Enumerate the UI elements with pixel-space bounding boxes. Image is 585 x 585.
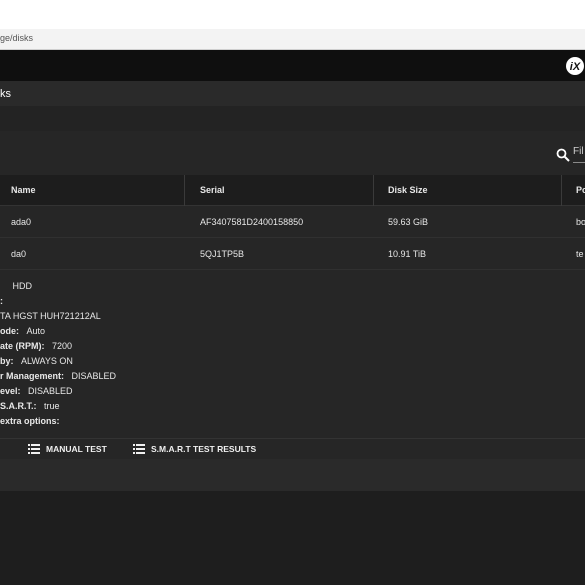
disk-pool: bo [576, 217, 585, 227]
list-icon [28, 444, 40, 454]
table-row[interactable]: ada0 AF3407581D2400158850 59.63 GiB bo [0, 206, 585, 238]
address-bar[interactable]: ge/disks [0, 29, 585, 50]
detail-hdd-standby: by: ALWAYS ON [0, 356, 73, 366]
column-header-disk-size[interactable]: Disk Size [388, 185, 428, 195]
table-footer [0, 459, 585, 491]
column-header-name[interactable]: Name [11, 185, 36, 195]
column-divider [184, 175, 185, 206]
column-header-pool[interactable]: Po [576, 185, 585, 195]
smart-test-results-label: S.M.A.R.T TEST RESULTS [151, 444, 257, 454]
smart-test-results-button[interactable]: S.M.A.R.T TEST RESULTS [133, 444, 256, 454]
page-toolbar [0, 106, 585, 131]
disk-size: 10.91 TiB [388, 249, 427, 259]
disk-actions-bar: MANUAL TEST S.M.A.R.T TEST RESULTS [0, 438, 585, 460]
detail-rotation-rate: ate (RPM): 7200 [0, 341, 73, 351]
column-header-serial[interactable]: Serial [200, 185, 225, 195]
column-divider [561, 175, 562, 206]
disk-serial: AF3407581D2400158850 [200, 217, 304, 227]
detail-model: TA HGST HUH721212AL [0, 311, 101, 321]
detail-transfer-mode: ode: Auto [0, 326, 46, 336]
table-row[interactable]: da0 5QJ1TP5B 10.91 TiB te [0, 238, 585, 270]
column-divider [373, 175, 374, 206]
disk-pool: te [576, 249, 584, 259]
detail-smart-enabled: S.A.R.T.: true [0, 401, 60, 411]
svg-text:iX: iX [570, 61, 581, 73]
page-background [0, 491, 585, 585]
detail-type: HDD [12, 281, 33, 291]
detail-smart-extra-options: extra options: [0, 416, 60, 426]
disk-serial: 5QJ1TP5B [200, 249, 245, 259]
page-title: ks [0, 88, 11, 100]
url-text: ge/disks [0, 33, 34, 43]
table-header: Name Serial Disk Size Po [0, 175, 585, 206]
manual-test-button[interactable]: MANUAL TEST [28, 444, 107, 454]
disk-name: da0 [11, 249, 27, 259]
list-icon [133, 444, 145, 454]
detail-acoustic-level: evel: DISABLED [0, 386, 73, 396]
disk-details-panel: HDD : TA HGST HUH721212AL ode: Auto ate … [0, 270, 585, 438]
filter-input[interactable]: Fil [573, 146, 585, 163]
breadcrumb: ks [0, 81, 585, 106]
table-card-header [0, 131, 585, 175]
search-icon[interactable] [556, 148, 570, 162]
disk-name: ada0 [11, 217, 32, 227]
browser-tab-bar [0, 0, 585, 30]
detail-model-label: : [0, 296, 3, 306]
ix-logo-icon[interactable]: iX [565, 56, 585, 76]
detail-power-management: r Management: DISABLED [0, 371, 117, 381]
manual-test-label: MANUAL TEST [46, 444, 107, 454]
disk-size: 59.63 GiB [388, 217, 429, 227]
app-topbar: iX [0, 50, 585, 81]
